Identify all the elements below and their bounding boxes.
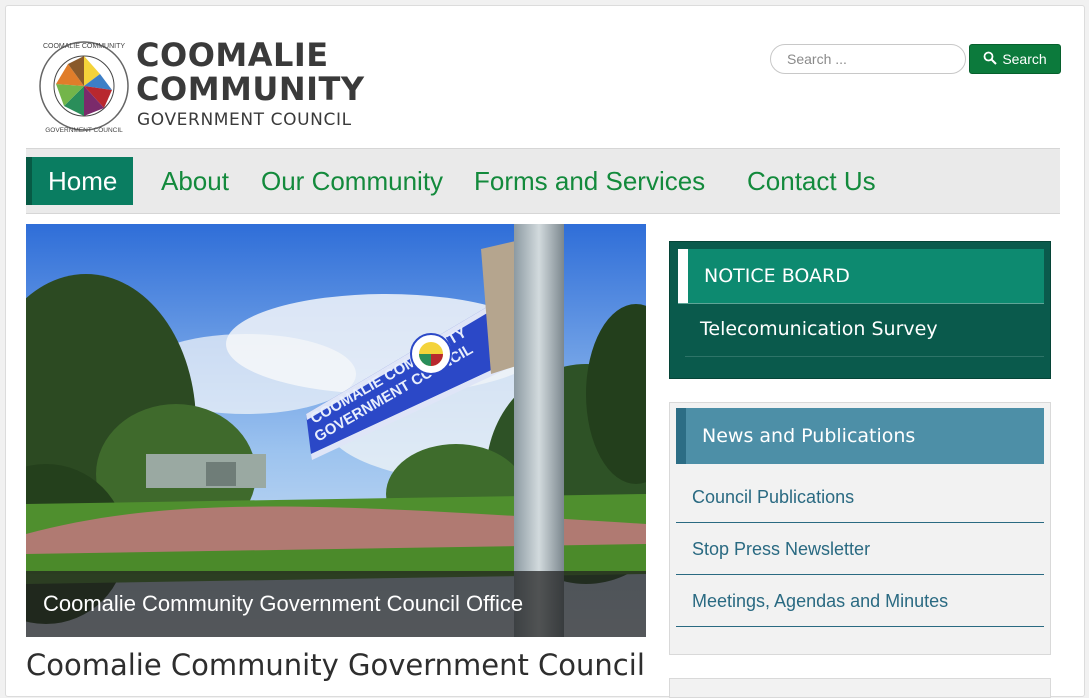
nav-item-contact-us[interactable]: Contact Us [747,157,876,205]
nav-item-about[interactable]: About [161,157,229,205]
search-button[interactable]: Search [969,44,1061,74]
nav-item-forms-and-services[interactable]: Forms and Services [474,157,705,205]
news-list: Council Publications Stop Press Newslett… [676,471,1044,627]
news-title: News and Publications [676,408,1044,464]
brand-subtitle: GOVERNMENT COUNCIL [137,110,352,130]
brand-name-line1: COOMALIE [136,36,329,74]
nav-item-home[interactable]: Home [26,157,134,205]
news-link-stop-press-newsletter[interactable]: Stop Press Newsletter [676,523,1044,575]
news-link-council-publications[interactable]: Council Publications [676,471,1044,523]
brand-name-line2: COMMUNITY [136,70,365,108]
nav-item-our-community[interactable]: Our Community [261,157,443,205]
news-link-meetings-agendas-minutes[interactable]: Meetings, Agendas and Minutes [676,575,1044,627]
hero-caption: Coomalie Community Government Council Of… [26,571,646,637]
notice-item[interactable]: Telecomunication Survey [700,310,938,348]
notice-board: NOTICE BOARD Telecomunication Survey [669,241,1051,379]
main-navigation: Home About Our Community Forms and Servi… [26,148,1060,214]
hero-slideshow[interactable]: COOMALIE COMMUNITY GOVERNMENT COUNCIL Co… [26,224,646,637]
svg-text:GOVERNMENT COUNCIL: GOVERNMENT COUNCIL [45,127,123,134]
search-button-label: Search [1002,51,1047,67]
notice-board-title: NOTICE BOARD [678,249,1044,303]
divider [678,303,1044,304]
divider [685,356,1044,357]
news-and-publications: News and Publications Council Publicatio… [669,402,1051,655]
search-icon [983,51,998,68]
svg-text:COOMALIE COMMUNITY: COOMALIE COMMUNITY [43,43,125,50]
sidebar-panel [669,678,1051,698]
council-logo[interactable]: COOMALIE COMMUNITY GOVERNMENT COUNCIL [36,36,132,136]
page-title: Coomalie Community Government Council [26,648,645,682]
page: COOMALIE COMMUNITY GOVERNMENT COUNCIL CO… [5,5,1085,698]
search-input[interactable] [770,44,966,74]
